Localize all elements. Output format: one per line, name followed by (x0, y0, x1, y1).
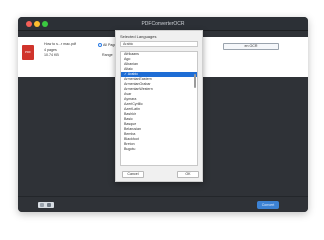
language-dialog: Selected Languages Arabic Afrikaans Ago Al… (115, 30, 203, 182)
range-option[interactable]: Range (102, 53, 113, 57)
file-name: How to s...r mac.pdf (44, 42, 76, 46)
language-button[interactable]: en OCR (223, 43, 279, 50)
title-bar: PDFConverterOCR (18, 17, 308, 31)
view-toggle[interactable] (38, 202, 54, 208)
convert-button[interactable]: Convert (257, 201, 279, 209)
bottom-bar: Convert (18, 196, 308, 212)
language-item[interactable]: Bugotu (121, 147, 197, 152)
radio-icon (98, 43, 102, 48)
language-search-field[interactable]: Arabic (120, 41, 198, 47)
file-info: How to s...r mac.pdf 4 pages 10.74 KB (44, 42, 76, 59)
dialog-title: Selected Languages (120, 34, 157, 39)
ok-button[interactable]: OK (177, 171, 199, 178)
window-title: PDFConverterOCR (141, 21, 185, 27)
view-grid-icon[interactable] (47, 203, 51, 207)
language-list[interactable]: Afrikaans Ago Albanian Altaic ✓ Arabic Armeni… (120, 51, 198, 166)
file-size: 10.74 KB (44, 53, 59, 57)
pdf-file-icon: PDF (22, 45, 34, 60)
list-scrollbar[interactable] (194, 74, 196, 88)
range-label: Range (102, 53, 113, 57)
cancel-button[interactable]: Cancel (122, 171, 144, 178)
view-list-icon[interactable] (40, 203, 44, 207)
